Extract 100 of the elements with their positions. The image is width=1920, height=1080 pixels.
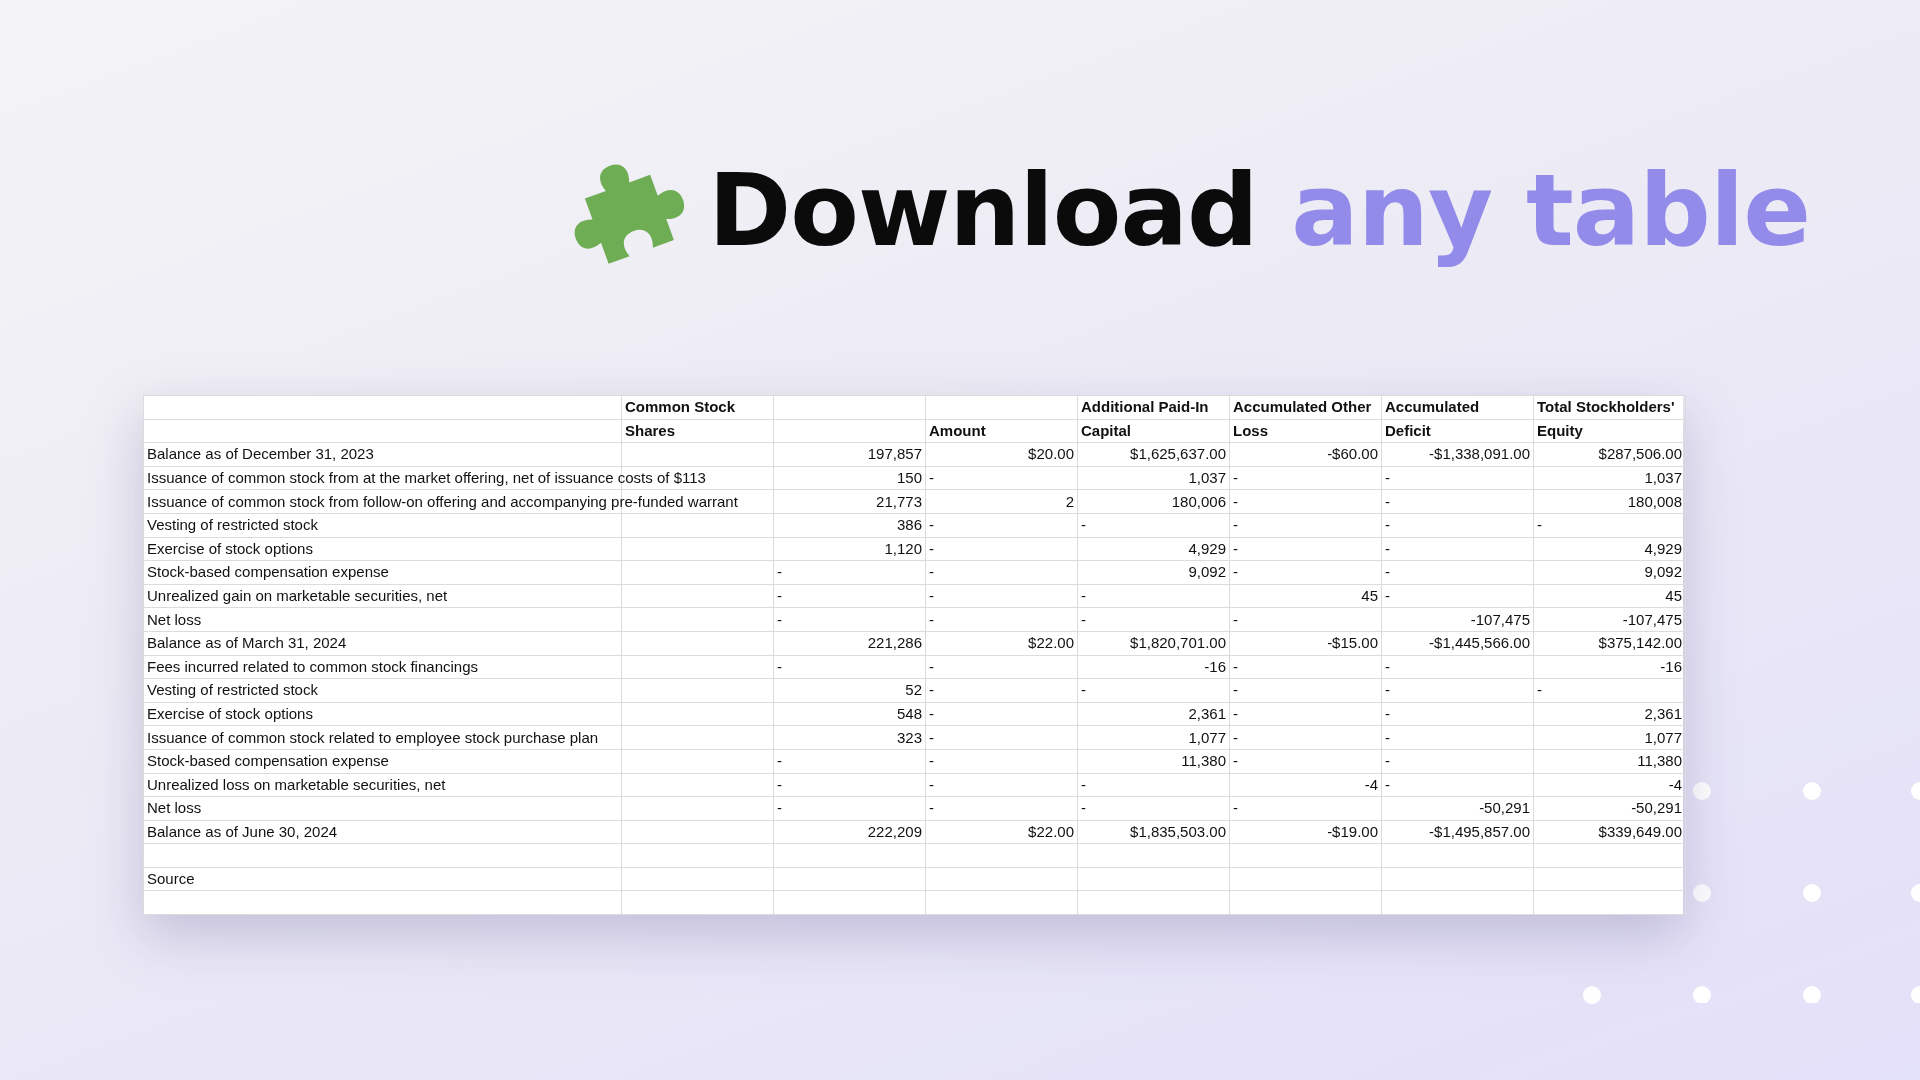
table-cell: - <box>773 560 926 585</box>
table-cell: 150 <box>773 466 926 490</box>
table-cell: - <box>925 466 1078 490</box>
table-cell: - <box>1381 773 1534 797</box>
table-cell: -50,291 <box>1533 796 1686 821</box>
table-cell: -16 <box>1077 655 1230 679</box>
row-label: Net loss <box>147 799 202 817</box>
row-label: Source <box>147 870 195 888</box>
table-cell: 2,361 <box>1077 702 1230 726</box>
table-cell: $339,649.00 <box>1533 820 1686 844</box>
table-cell: 4,929 <box>1533 537 1686 561</box>
column-header: Amount <box>929 421 986 439</box>
table-cell: 222,209 <box>773 820 926 844</box>
table-cell: 11,380 <box>1533 749 1686 773</box>
row-label: Issuance of common stock from follow-on offering and accompanying pre-funded warrant <box>147 492 738 510</box>
row-label: Balance as of December 31, 2023 <box>147 445 374 463</box>
table-cell: - <box>1381 513 1534 538</box>
table-cell: - <box>925 513 1078 538</box>
table-cell: 52 <box>773 678 926 703</box>
table-cell: - <box>1077 773 1230 797</box>
table-cell: - <box>925 537 1078 561</box>
table-cell: - <box>1381 537 1534 561</box>
table-cell: - <box>1533 678 1686 703</box>
table-cell: $375,142.00 <box>1533 631 1686 656</box>
table-cell: 548 <box>773 702 926 726</box>
table-cell: - <box>1077 796 1230 821</box>
row-label: Stock-based compensation expense <box>147 563 389 581</box>
table-cell: - <box>925 773 1078 797</box>
table-cell: - <box>1533 513 1686 538</box>
table-cell: - <box>773 584 926 608</box>
column-header: Total Stockholders' <box>1537 398 1675 416</box>
table-cell: 1,077 <box>1077 725 1230 750</box>
table-cell: 180,008 <box>1533 489 1686 514</box>
table-cell: - <box>1381 678 1534 703</box>
table-cell: - <box>773 607 926 632</box>
table-cell: 323 <box>773 725 926 750</box>
table-cell: - <box>925 655 1078 679</box>
column-header: Deficit <box>1385 421 1431 439</box>
row-label: Balance as of June 30, 2024 <box>147 823 338 840</box>
column-header: Capital <box>1081 421 1131 439</box>
table-cell: -$1,495,857.00 <box>1381 820 1534 844</box>
table-cell: 11,380 <box>1077 749 1230 773</box>
table-cell: - <box>773 655 926 679</box>
table-cell: $22.00 <box>925 820 1078 844</box>
table-cell: $1,625,637.00 <box>1077 442 1230 467</box>
row-label: Vesting of restricted stock <box>147 681 318 699</box>
table-cell: 1,077 <box>1533 725 1686 750</box>
table-cell: - <box>1229 749 1382 773</box>
table-cell: 45 <box>1533 584 1686 608</box>
table-cell: - <box>773 749 926 773</box>
table-cell: - <box>925 749 1078 773</box>
table-cell: - <box>1229 655 1382 679</box>
table-cell: 21,773 <box>773 489 926 514</box>
table-cell: 9,092 <box>1077 560 1230 585</box>
table-cell: -$60.00 <box>1229 442 1382 467</box>
table-cell: - <box>925 678 1078 703</box>
table-cell: - <box>925 560 1078 585</box>
table-cell: -16 <box>1533 655 1686 679</box>
row-label: Exercise of stock options <box>147 705 313 722</box>
table-cell: 1,037 <box>1533 466 1686 490</box>
table-cell: 4,929 <box>1077 537 1230 561</box>
table-cell: -4 <box>1533 773 1686 797</box>
table-cell: 1,120 <box>773 537 926 561</box>
table-cell: - <box>1381 702 1534 726</box>
column-header: Loss <box>1233 421 1268 439</box>
table-cell: - <box>1381 655 1534 679</box>
row-label: Balance as of March 31, 2024 <box>147 634 347 652</box>
table-cell: $20.00 <box>925 442 1078 467</box>
table-cell: 2,361 <box>1533 702 1686 726</box>
table-cell: -4 <box>1229 773 1382 797</box>
table-cell: - <box>1077 584 1230 608</box>
table-cell: -50,291 <box>1381 796 1534 821</box>
table-cell: 2 <box>925 489 1078 514</box>
table-cell: 221,286 <box>773 631 926 656</box>
table-cell: - <box>1381 489 1534 514</box>
headline: Download any table <box>708 151 1810 269</box>
table-cell: - <box>925 607 1078 632</box>
table-cell: - <box>1229 678 1382 703</box>
table-cell: - <box>1381 466 1534 490</box>
row-label: Issuance of common stock from at the market offering, net of issuance costs of $113 <box>147 469 706 487</box>
row-label: Stock-based compensation expense <box>147 752 389 770</box>
table-cell: - <box>1229 607 1382 632</box>
table-cell: - <box>1381 584 1534 608</box>
table-cell: - <box>1077 513 1230 538</box>
column-header: Equity <box>1537 421 1583 439</box>
table-cell: - <box>773 796 926 821</box>
table-cell: 45 <box>1229 584 1382 608</box>
row-label: Unrealized gain on marketable securities, net <box>147 587 448 605</box>
table-cell: -$19.00 <box>1229 820 1382 844</box>
row-label: Issuance of common stock related to employee stock purchase plan <box>147 728 599 746</box>
row-label: Exercise of stock options <box>147 539 313 557</box>
table-cell: - <box>1229 466 1382 490</box>
table-cell: - <box>1381 560 1534 585</box>
table-cell: - <box>1229 560 1382 585</box>
table-cell: $1,835,503.00 <box>1077 820 1230 844</box>
table-cell: - <box>1077 678 1230 703</box>
column-header: Common Stock <box>625 398 735 416</box>
table-cell: 9,092 <box>1533 560 1686 585</box>
table-cell: $22.00 <box>925 631 1078 656</box>
table-cell: - <box>1229 489 1382 514</box>
